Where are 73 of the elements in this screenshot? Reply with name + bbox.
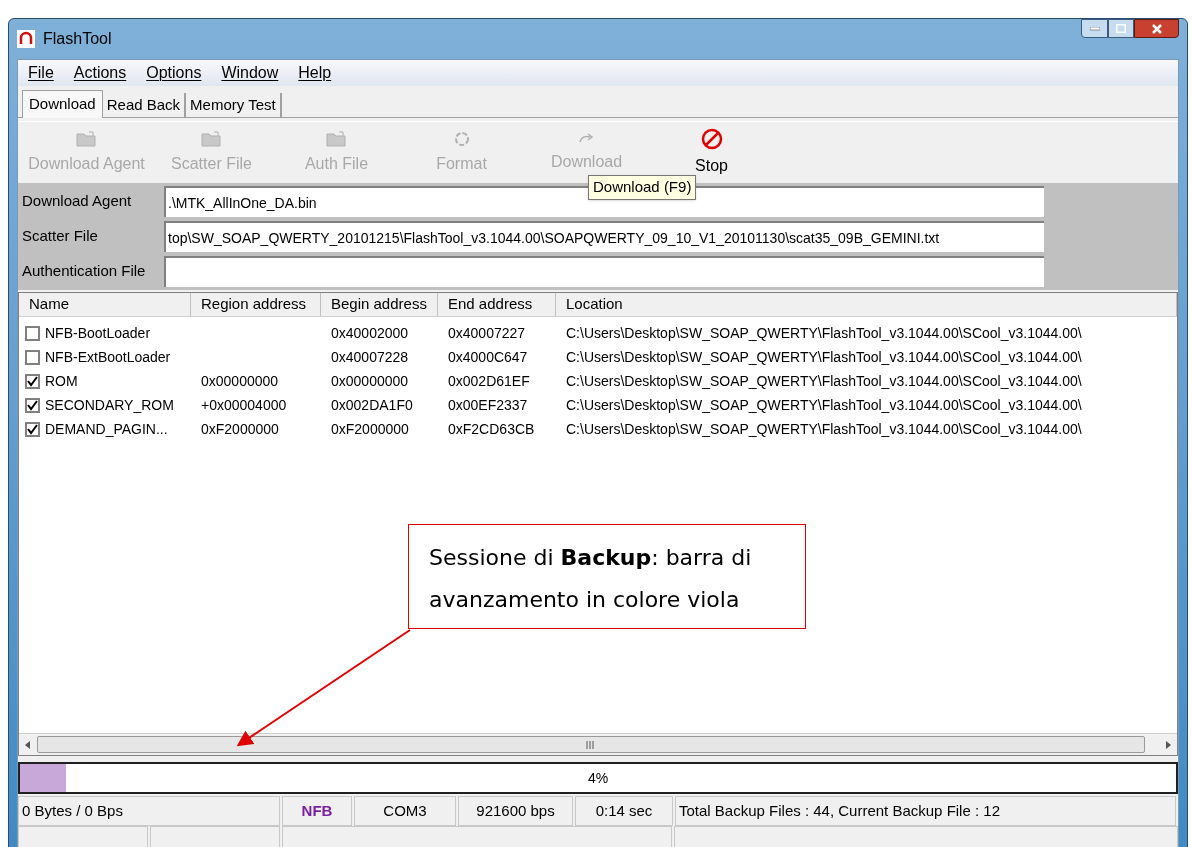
menu-item[interactable]: Help <box>298 61 332 85</box>
table-cell-text: 0x00000000 <box>331 371 409 391</box>
folder-icon <box>200 129 223 148</box>
column-header[interactable]: Begin address <box>321 293 438 316</box>
column-header[interactable]: Region address <box>191 293 321 316</box>
check-icon <box>27 375 38 387</box>
folder-icon <box>75 129 98 148</box>
menu-item[interactable]: File <box>28 61 54 85</box>
table-cell-text: 0x40007228 <box>331 347 409 367</box>
progress-percent: 4% <box>587 768 609 788</box>
field-label: Download Agent <box>21 191 133 212</box>
checkbox[interactable] <box>25 397 40 413</box>
minimize-button[interactable] <box>1081 19 1108 38</box>
close-button[interactable] <box>1134 19 1179 38</box>
table-cell-text: 0x00000000 <box>201 371 279 391</box>
table-cell-text: C:\Users\Desktop\SW_SOAP_QWERTY\FlashTool_v3.1044.00\SCool_v3.1044.00\ <box>566 395 1082 415</box>
table-cell-text: SECONDARY_ROM <box>45 395 174 415</box>
table-cell-text: C:\Users\Desktop\SW_SOAP_QWERTY\FlashTool_v3.1044.00\SCool_v3.1044.00\ <box>566 323 1082 343</box>
text-field[interactable]: top\SW_SOAP_QWERTY_20101215\FlashTool_v3.1044.00\SOAPQWERTY_09_10_V1_20101130\scat35_09B_GEMINI.txt <box>164 221 1044 252</box>
maximize-button[interactable] <box>1108 19 1134 38</box>
status-panel: 0:14 sec <box>575 796 673 826</box>
column-header[interactable]: Name <box>19 293 191 316</box>
checkbox[interactable] <box>25 421 40 437</box>
table-cell-text: +0x00004000 <box>201 395 287 415</box>
table-cell-text: DEMAND_PAGIN... <box>45 419 168 439</box>
format-icon <box>452 129 471 148</box>
folder-icon <box>325 129 348 148</box>
status-panel: 921600 bps <box>458 796 573 826</box>
table-cell-text: 0xF2000000 <box>201 419 279 439</box>
close-icon <box>1151 23 1162 34</box>
tab[interactable]: Download <box>22 90 103 118</box>
table-cell-text: NFB-BootLoader <box>45 323 151 343</box>
menu-item[interactable]: Window <box>221 61 279 85</box>
status-panel: COM3 <box>354 796 456 826</box>
tooltip: Download (F9) <box>588 175 697 200</box>
checkbox[interactable] <box>25 349 40 365</box>
menu-item[interactable]: Actions <box>73 61 127 85</box>
checkbox[interactable] <box>25 325 40 341</box>
text-field[interactable] <box>164 256 1044 287</box>
table-cell-text: NFB-ExtBootLoader <box>45 347 171 367</box>
tab[interactable]: Read Back <box>102 93 187 117</box>
window-title: FlashTool <box>43 29 112 49</box>
app-logo-icon <box>17 30 35 48</box>
status-panel: NFB <box>282 796 352 826</box>
status-panel: Total Backup Files : 44, Current Backup File : 12 <box>675 796 1176 826</box>
table-cell-text: 0x40002000 <box>331 323 409 343</box>
status-panel: 0 Bytes / 0 Bps <box>18 796 280 826</box>
table-cell-text: 0xF2000000 <box>331 419 409 439</box>
field-label: Authentication File <box>21 261 147 282</box>
check-icon <box>27 423 38 435</box>
field-label: Scatter File <box>21 226 99 247</box>
stop-icon <box>700 127 723 150</box>
table-cell-text: 0x002DA1F0 <box>331 395 413 415</box>
minimize-icon <box>1089 26 1100 31</box>
checkbox[interactable] <box>25 373 40 389</box>
column-header[interactable]: End address <box>438 293 556 316</box>
table-cell-text: 0x40007227 <box>448 323 526 343</box>
table-cell-text: 0x4000C647 <box>448 347 528 367</box>
table-cell-text: 0xF2CD63CB <box>448 419 535 439</box>
table-cell-text: 0x002D61EF <box>448 371 530 391</box>
table-cell-text: ROM <box>45 371 78 391</box>
column-header[interactable]: Location <box>556 293 1177 316</box>
annotation-callout: Sessione di Backup: barra di avanzamento in colore viola <box>408 524 806 629</box>
menu-item[interactable]: Options <box>146 61 202 85</box>
maximize-icon <box>1116 24 1126 33</box>
table-cell-text: C:\Users\Desktop\SW_SOAP_QWERTY\FlashTool_v3.1044.00\SCool_v3.1044.00\ <box>566 419 1082 439</box>
scrollbar-thumb[interactable] <box>37 736 1145 753</box>
grip-icon <box>586 740 596 749</box>
tab[interactable]: Memory Test <box>186 93 282 117</box>
table-cell-text: C:\Users\Desktop\SW_SOAP_QWERTY\FlashTool_v3.1044.00\SCool_v3.1044.00\ <box>566 371 1082 391</box>
check-icon <box>27 399 38 411</box>
table-cell-text: C:\Users\Desktop\SW_SOAP_QWERTY\FlashTool_v3.1044.00\SCool_v3.1044.00\ <box>566 347 1082 367</box>
table-cell-text: 0x00EF2337 <box>448 395 528 415</box>
